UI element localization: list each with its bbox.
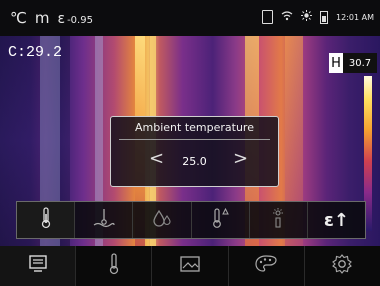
emissivity-button[interactable]: ε↑ [308,202,365,238]
emissivity-readout: ε -0.95 [57,11,92,27]
thermometer-icon [39,207,53,233]
sd-card-icon [262,10,274,24]
dialog-divider [119,139,270,140]
hi-label: H [331,55,341,71]
max-temperature-readout: H 30.7 [329,53,377,73]
high-temp-alarm-icon [210,207,230,233]
ambient-temperature-value: 25.0 [182,155,207,168]
humidity-icon [151,208,173,232]
laser-button[interactable] [250,202,308,238]
hi-value: 30.7 [343,53,377,73]
laser-icon [269,207,287,233]
dialog-title: Ambient temperature [135,121,254,134]
menu-palette[interactable] [229,246,305,286]
ambient-temperature-dialog: Ambient temperature < 25.0 > [110,116,279,187]
menu-measurement[interactable] [76,246,153,286]
palette-icon [254,254,278,278]
alarm-temperature-button[interactable] [192,202,250,238]
settings-icon [331,253,353,279]
bottom-menu [0,246,380,286]
image-icon [179,255,201,277]
increase-arrow-icon[interactable]: > [233,150,248,168]
battery-icon [320,10,329,24]
status-right: 12:01 AM [262,10,374,24]
display-icon [27,254,49,278]
emissivity-icon: ε↑ [323,209,349,231]
status-left: ℃ m ε -0.95 [10,9,93,27]
status-bar: ℃ m ε -0.95 12:01 AM [0,0,380,36]
humidity-button[interactable] [133,202,192,238]
menu-settings[interactable] [305,246,380,286]
parameter-bar: ε↑ [16,201,366,239]
dew-point-icon [93,208,115,232]
reflected-temperature-button[interactable] [75,202,134,238]
camera-screen: ℃ m ε -0.95 12:01 AM C:29.2 H 30.7 Ambie… [0,0,380,286]
brightness-icon [301,10,313,24]
emissivity-symbol: ε [57,11,66,27]
wifi-icon [281,10,293,24]
measure-mode: m [34,9,50,27]
menu-image[interactable] [152,246,229,286]
center-temperature: C:29.2 [8,44,63,61]
clock: 12:01 AM [336,12,374,22]
emissivity-value: -0.95 [67,15,93,26]
thermometer-icon [107,253,121,279]
menu-display[interactable] [0,246,77,286]
temperature-unit: ℃ [10,9,27,27]
ambient-temperature-button[interactable] [17,202,76,238]
